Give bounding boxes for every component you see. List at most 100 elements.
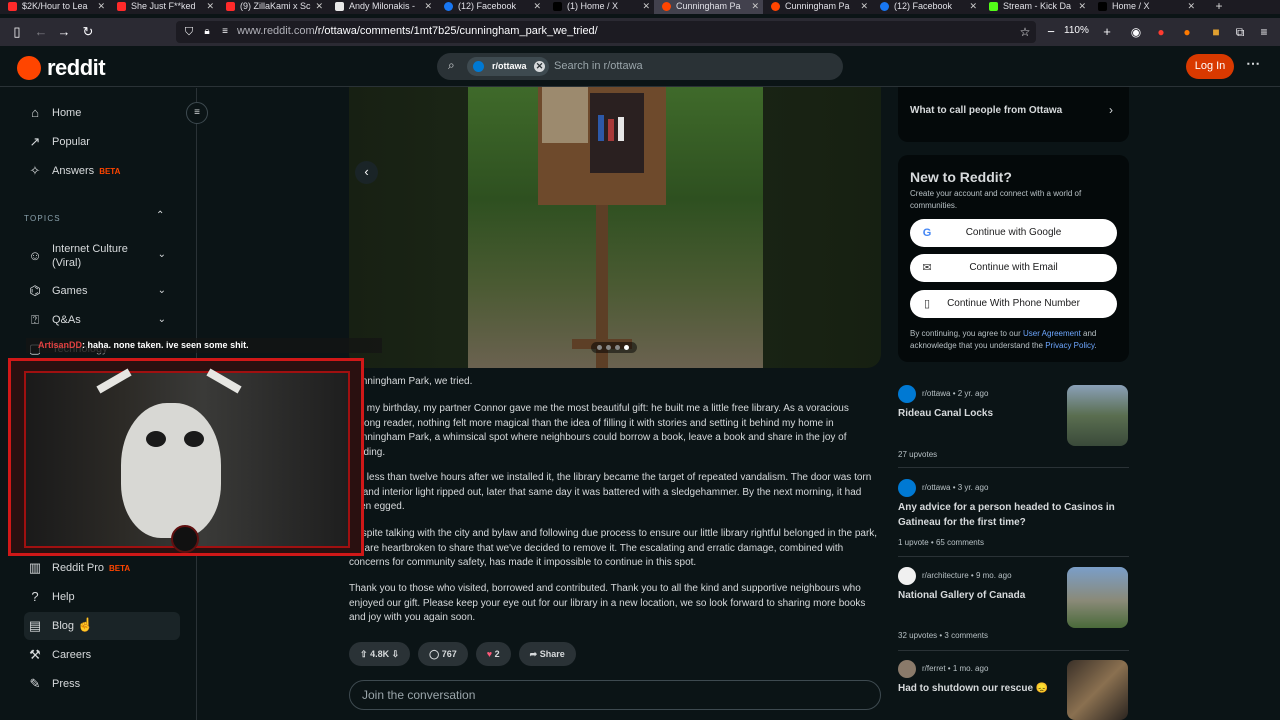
close-tab-icon[interactable]: ✕ <box>206 0 214 12</box>
browser-tab[interactable]: Andy Milonakis - ✕ <box>327 0 436 14</box>
zoom-level[interactable]: 110% <box>1064 25 1089 36</box>
extension-puzzle-icon[interactable]: ■ <box>1207 23 1225 41</box>
carousel-prev-button[interactable]: ‹ <box>355 161 378 184</box>
sidebar-item-home[interactable]: ⌂ Home <box>24 99 180 127</box>
menu-icon[interactable]: ≡ <box>1255 23 1273 41</box>
comments-button[interactable]: ◯ 767 <box>418 642 468 666</box>
browser-tab[interactable]: (12) Facebook ✕ <box>872 0 981 14</box>
close-tab-icon[interactable]: ✕ <box>969 0 977 12</box>
clear-chip-icon[interactable]: ✕ <box>534 61 545 72</box>
related-post-title[interactable]: Rideau Canal Locks <box>898 407 1056 422</box>
close-tab-icon[interactable]: ✕ <box>97 0 105 12</box>
post-image[interactable] <box>468 87 763 368</box>
sidebar-item-blog[interactable]: ▤ Blog <box>24 612 180 640</box>
related-post-title[interactable]: National Gallery of Canada <box>898 589 1056 604</box>
home-icon: ⌂ <box>31 105 39 120</box>
related-post[interactable]: r/ottawa • 2 yr. ago Rideau Canal Locks … <box>898 385 1129 468</box>
join-conversation-input[interactable]: Join the conversation <box>349 680 881 710</box>
post-media-carousel[interactable] <box>349 87 881 368</box>
extension-badge-icon[interactable]: ● <box>1152 23 1170 41</box>
continue-phone-button[interactable]: ▯ Continue With Phone Number <box>910 290 1117 318</box>
sidebar-item-help[interactable]: ? Help <box>24 583 180 611</box>
browser-tab[interactable]: $2K/Hour to Lea ✕ <box>0 0 109 14</box>
extension-brave-icon[interactable]: ● <box>1178 23 1196 41</box>
related-post-title[interactable]: Had to shutdown our rescue 😞 <box>898 682 1056 697</box>
carousel-dot[interactable] <box>597 345 602 350</box>
close-tab-icon[interactable]: ✕ <box>424 0 432 12</box>
related-post-thumbnail[interactable] <box>1067 567 1128 628</box>
permissions-icon[interactable]: ≡ <box>216 23 234 41</box>
browser-tab[interactable]: (1) Home / X ✕ <box>545 0 654 14</box>
close-tab-icon[interactable]: ✕ <box>315 0 323 12</box>
browser-tab-active[interactable]: Cunningham Pa ✕ <box>654 0 763 14</box>
vote-count: 4.8K <box>370 649 390 659</box>
shield-icon[interactable]: ⛉ <box>180 23 198 41</box>
forward-icon[interactable]: → <box>55 23 73 41</box>
subreddit-name[interactable]: r/ferret <box>922 664 946 673</box>
chevron-up-icon[interactable]: ⌃ <box>156 210 164 221</box>
downvote-icon[interactable]: ⇩ <box>392 649 400 659</box>
reddit-logo[interactable]: reddit <box>17 55 106 81</box>
extension-icon[interactable]: ◉ <box>1127 23 1145 41</box>
close-tab-icon[interactable]: ✕ <box>533 0 541 12</box>
user-agreement-link[interactable]: User Agreement <box>1023 329 1081 338</box>
browser-tab[interactable]: Home / X ✕ <box>1090 0 1199 14</box>
sidebar-item-careers[interactable]: ⚒ Careers <box>24 641 180 669</box>
close-tab-icon[interactable]: ✕ <box>1187 0 1195 12</box>
search-input[interactable]: Search in r/ottawa <box>554 60 643 72</box>
zoom-out-icon[interactable]: − <box>1042 23 1060 41</box>
youtube-favicon-icon <box>117 2 126 11</box>
sidebar-item-popular[interactable]: ↗ Popular <box>24 128 180 156</box>
collapse-sidebar-button[interactable]: ≡ <box>186 102 208 124</box>
subreddit-name[interactable]: r/ottawa <box>922 389 950 398</box>
browser-tab[interactable]: She Just F**ked ✕ <box>109 0 218 14</box>
carousel-dot[interactable] <box>615 345 620 350</box>
sidebar-item-answers[interactable]: ✧ Answers BETA <box>24 157 180 185</box>
url-bar[interactable]: ⛉ 🔒︎ ≡ www.reddit.com/r/ottawa/comments/… <box>176 21 1036 43</box>
related-post[interactable]: r/architecture • 9 mo. ago National Gall… <box>898 567 1129 651</box>
zoom-in-icon[interactable]: + <box>1098 23 1116 41</box>
sidebar-item-qas[interactable]: ⍰ Q&As ⌄ <box>24 306 180 334</box>
continue-google-button[interactable]: G Continue with Google <box>910 219 1117 247</box>
related-post[interactable]: r/ferret • 1 mo. ago Had to shutdown our… <box>898 660 1129 720</box>
browser-tab[interactable]: Stream - Kick Da ✕ <box>981 0 1090 14</box>
browser-tab[interactable]: (12) Facebook ✕ <box>436 0 545 14</box>
continue-email-button[interactable]: ✉ Continue with Email <box>910 254 1117 282</box>
close-tab-icon[interactable]: ✕ <box>860 0 868 12</box>
close-tab-icon[interactable]: ✕ <box>751 0 759 12</box>
reload-icon[interactable]: ↻ <box>79 23 97 41</box>
privacy-policy-link[interactable]: Privacy Policy <box>1045 341 1094 350</box>
share-button[interactable]: ➦ Share <box>518 642 576 666</box>
youtube-favicon-icon <box>226 2 235 11</box>
search-bar[interactable]: ⌕ r/ottawa ✕ Search in r/ottawa <box>437 53 843 80</box>
subreddit-name[interactable]: r/architecture <box>922 571 969 580</box>
bookmark-star-icon[interactable]: ☆ <box>1016 23 1034 41</box>
subreddit-filter-chip[interactable]: r/ottawa ✕ <box>467 57 549 76</box>
related-post-title[interactable]: Any advice for a person headed to Casino… <box>898 501 1118 530</box>
login-button[interactable]: Log In <box>1186 54 1234 79</box>
browser-tab[interactable]: (9) ZillaKami x Sc ✕ <box>218 0 327 14</box>
lock-icon[interactable]: 🔒︎ <box>198 23 216 41</box>
browser-tab[interactable]: Cunningham Pa ✕ <box>763 0 872 14</box>
carousel-dot[interactable] <box>624 345 629 350</box>
extensions-icon[interactable]: ⧉ <box>1231 23 1249 41</box>
sidebar-item-reddit-pro[interactable]: ▥ Reddit Pro BETA <box>24 554 180 582</box>
sidebar-item-press[interactable]: ✎ Press <box>24 670 180 698</box>
sidebar-item-games[interactable]: ⌬ Games ⌄ <box>24 277 180 305</box>
subreddit-name[interactable]: r/ottawa <box>922 483 950 492</box>
upvote-icon[interactable]: ⇧ <box>360 649 368 659</box>
related-question-card[interactable]: What to call people from Ottawa › <box>898 87 1129 142</box>
award-button[interactable]: ♥ 2 <box>475 642 511 666</box>
more-options-icon[interactable]: ⋯ <box>1246 55 1260 72</box>
sidebar-toggle-icon[interactable]: ▯ <box>8 23 26 41</box>
related-post-thumbnail[interactable] <box>1067 385 1128 446</box>
new-tab-button[interactable]: + <box>1199 0 1239 14</box>
related-question-link[interactable]: What to call people from Ottawa <box>910 105 1062 116</box>
sidebar-item-internet-culture[interactable]: ☺ Internet Culture (Viral) ⌄ <box>24 240 180 272</box>
back-icon[interactable]: ← <box>32 23 50 41</box>
carousel-dot[interactable] <box>606 345 611 350</box>
close-tab-icon[interactable]: ✕ <box>1078 0 1086 12</box>
related-post[interactable]: r/ottawa • 3 yr. ago Any advice for a pe… <box>898 479 1129 557</box>
related-post-thumbnail[interactable] <box>1067 660 1128 720</box>
close-tab-icon[interactable]: ✕ <box>642 0 650 12</box>
